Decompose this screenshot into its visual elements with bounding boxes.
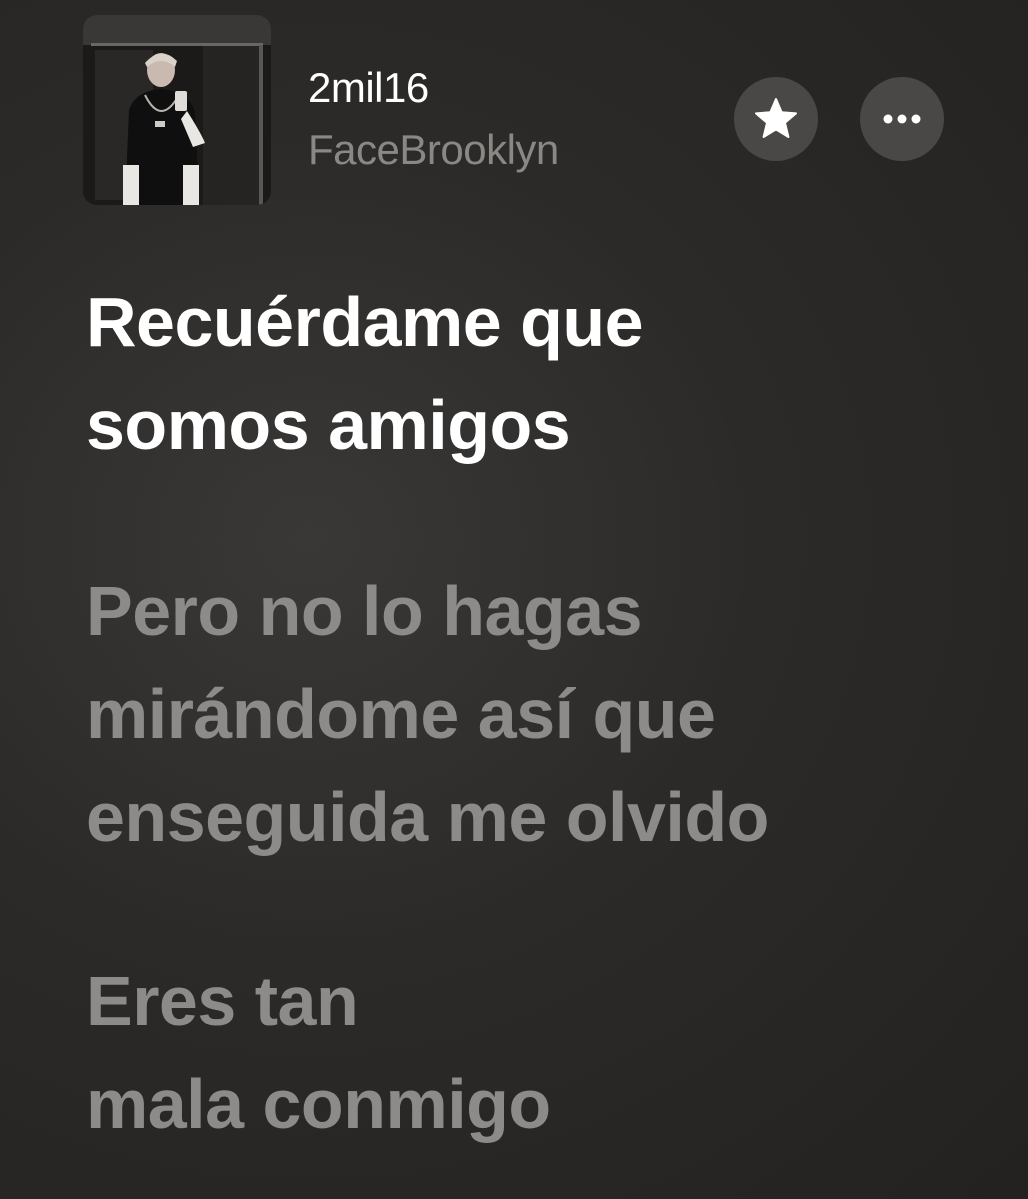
- lyric-line: somos amigos: [86, 386, 571, 464]
- lyric-line: enseguida me olvido: [86, 778, 769, 856]
- song-title: 2mil16: [308, 64, 429, 111]
- lyric-block-active[interactable]: Recuérdame que somos amigos: [86, 271, 1016, 477]
- star-icon: [755, 98, 797, 138]
- ellipsis-icon: [883, 114, 921, 124]
- lyric-block-upcoming[interactable]: Pero no lo hagas mirándome así que enseg…: [86, 560, 1016, 869]
- album-artwork[interactable]: [83, 15, 271, 205]
- more-options-button[interactable]: [860, 77, 944, 161]
- lyric-line: Recuérdame que: [86, 283, 644, 361]
- song-artist[interactable]: FaceBrooklyn: [308, 126, 559, 174]
- lyric-line: Eres tan: [86, 962, 359, 1040]
- lyric-block-upcoming[interactable]: Eres tan mala conmigo: [86, 950, 1016, 1156]
- album-artwork-image: [83, 15, 271, 205]
- lyric-line: mala conmigo: [86, 1065, 551, 1143]
- lyric-line: mirándome así que: [86, 675, 716, 753]
- favorite-button[interactable]: [734, 77, 818, 161]
- lyric-line: Pero no lo hagas: [86, 572, 643, 650]
